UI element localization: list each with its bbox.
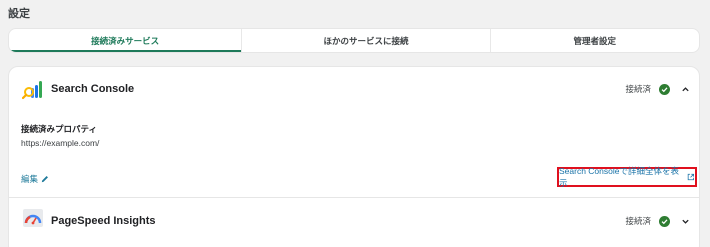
check-icon	[659, 83, 670, 95]
check-icon	[659, 215, 670, 227]
connected-property-url: https://example.com/	[21, 138, 100, 148]
pencil-icon	[41, 176, 48, 183]
pagespeed-insights-logo-icon	[23, 209, 43, 227]
status-text: 接続済	[625, 216, 651, 226]
tab-connect-other-services[interactable]: ほかのサービスに接続	[241, 29, 489, 52]
service-row-search-console: Search Console 接続済	[9, 67, 699, 111]
divider	[9, 197, 699, 198]
edit-label: 編集	[21, 174, 39, 184]
view-full-details-label: Search Consoleで詳細全体を表示	[559, 166, 679, 188]
status-group: 接続済	[625, 83, 691, 95]
chevron-up-icon[interactable]	[679, 83, 691, 95]
page-title: 設定	[8, 8, 30, 20]
chevron-down-icon[interactable]	[679, 215, 691, 227]
tab-bar: 接続済みサービス ほかのサービスに接続 管理者設定	[8, 28, 700, 53]
connected-property-label: 接続済みプロパティ	[21, 124, 97, 134]
search-console-logo-icon	[22, 81, 42, 100]
status-group: 接続済	[625, 215, 691, 227]
tab-admin-settings[interactable]: 管理者設定	[489, 29, 699, 52]
services-card: Search Console 接続済 接続済みプロパティ https://exa…	[8, 66, 700, 247]
external-link-icon	[688, 173, 695, 181]
edit-link[interactable]: 編集	[21, 173, 49, 185]
service-name: PageSpeed Insights	[51, 215, 156, 227]
service-name: Search Console	[51, 83, 135, 95]
view-full-details-link[interactable]: Search Consoleで詳細全体を表示	[557, 166, 697, 188]
tab-connected-services[interactable]: 接続済みサービス	[9, 29, 242, 52]
service-row-pagespeed-insights: PageSpeed Insights 接続済	[9, 199, 699, 243]
status-text: 接続済	[625, 84, 651, 94]
